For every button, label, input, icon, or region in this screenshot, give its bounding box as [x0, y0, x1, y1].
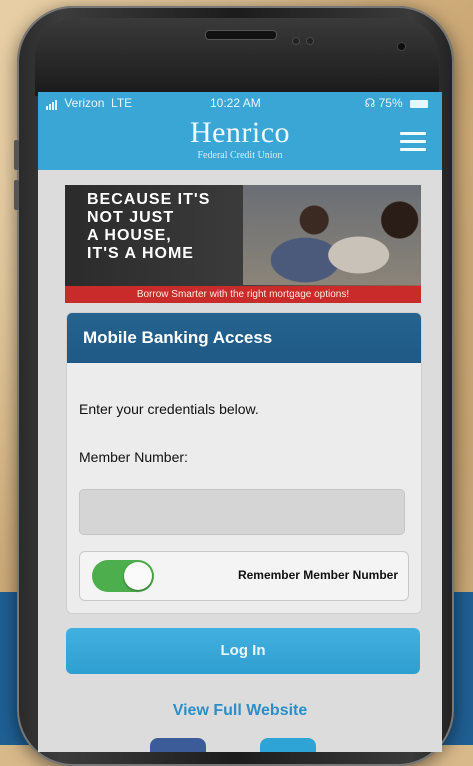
app-header: Henrico Federal Credit Union — [38, 114, 442, 170]
battery-info: ☊ 75% — [365, 96, 428, 110]
carrier-info: Verizon LTE — [46, 96, 132, 110]
phone-screen: Verizon LTE 10:22 AM ☊ 75% Henrico Feder… — [38, 92, 442, 752]
facebook-icon[interactable] — [150, 738, 206, 752]
remember-member-row: Remember Member Number — [79, 551, 409, 601]
signal-icon — [46, 96, 58, 110]
hamburger-menu-icon[interactable] — [400, 132, 426, 152]
status-bar: Verizon LTE 10:22 AM ☊ 75% — [38, 92, 442, 114]
network-type: LTE — [111, 96, 133, 110]
member-number-label: Member Number: — [79, 449, 188, 465]
remember-label: Remember Member Number — [237, 568, 398, 582]
status-time: 10:22 AM — [210, 96, 261, 110]
speaker-grille — [205, 30, 277, 40]
twitter-icon[interactable] — [260, 738, 316, 752]
banner-tagline: Borrow Smarter with the right mortgage o… — [65, 286, 421, 303]
remember-toggle[interactable] — [92, 560, 154, 592]
sensor-dots — [292, 32, 320, 50]
brand-logo: Henrico — [189, 116, 291, 149]
headphone-icon: ☊ — [364, 96, 376, 110]
volume-button — [14, 180, 19, 210]
volume-button — [14, 140, 19, 170]
member-number-input[interactable] — [79, 489, 405, 535]
brand-subtitle: Federal Credit Union — [197, 150, 283, 161]
front-camera — [397, 42, 406, 51]
card-title: Mobile Banking Access — [67, 313, 421, 363]
view-full-website-link[interactable]: View Full Website — [38, 702, 442, 720]
toggle-knob — [124, 562, 152, 590]
carrier-name: Verizon — [64, 96, 105, 110]
mortgage-banner[interactable]: BECAUSE IT'S NOT JUST A HOUSE, IT'S A HO… — [65, 185, 421, 303]
family-photo — [243, 185, 421, 285]
login-card: Mobile Banking Access Enter your credent… — [66, 312, 422, 614]
login-button[interactable]: Log In — [66, 628, 420, 674]
banner-headline: BECAUSE IT'S NOT JUST A HOUSE, IT'S A HO… — [87, 191, 211, 262]
battery-icon — [410, 99, 428, 108]
instructions-text: Enter your credentials below. — [79, 401, 259, 417]
battery-percent: 75% — [378, 96, 403, 110]
